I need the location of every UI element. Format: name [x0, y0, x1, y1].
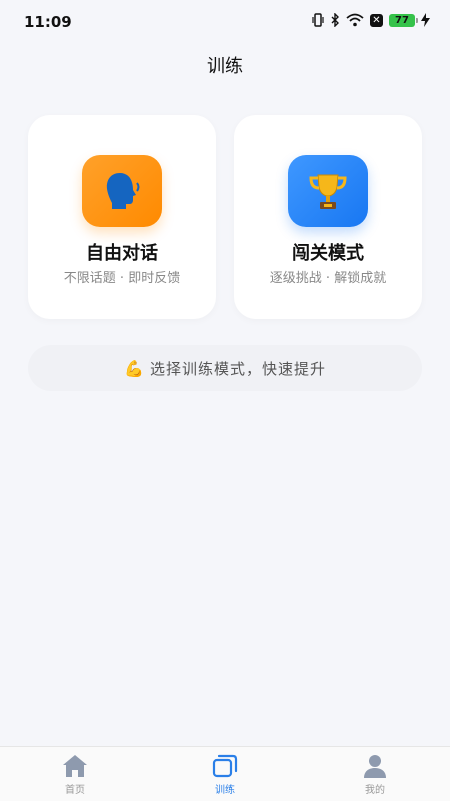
- flexed-biceps-icon: 💪: [124, 358, 144, 378]
- card-title: 自由对话: [86, 243, 158, 264]
- tab-label: 训练: [215, 785, 235, 796]
- bottom-tab-bar: 首页 训练 我的: [0, 746, 450, 801]
- tip-text: 选择训练模式，快速提升: [149, 359, 326, 378]
- vibrate-icon: [312, 13, 324, 27]
- profile-icon: [364, 755, 386, 778]
- card-subtitle: 逐级挑战 · 解锁成就: [269, 271, 387, 286]
- free-conversation-card[interactable]: 自由对话 不限话题 · 即时反馈: [28, 115, 216, 319]
- card-title: 闯关模式: [292, 243, 364, 264]
- speaking-head-icon: [82, 155, 162, 227]
- card-subtitle: 不限话题 · 即时反馈: [63, 271, 181, 286]
- status-icons: ✕ 77: [312, 13, 430, 27]
- status-bar: 11:09 ✕ 77: [0, 0, 450, 46]
- charging-icon: [421, 13, 430, 27]
- trophy-icon: [288, 155, 368, 227]
- battery-indicator: 77: [389, 13, 418, 27]
- wifi-icon: [346, 13, 364, 27]
- training-icon: [212, 754, 238, 778]
- tip-banner: 💪 选择训练模式，快速提升: [28, 345, 422, 391]
- page-header: 训练: [0, 46, 450, 88]
- page-title: 训练: [207, 56, 243, 77]
- home-icon: [63, 755, 87, 777]
- tab-home[interactable]: 首页: [35, 747, 115, 801]
- tab-training[interactable]: 训练: [185, 747, 265, 801]
- notification-x-icon: ✕: [370, 13, 383, 27]
- bluetooth-icon: [331, 13, 339, 27]
- tab-label: 首页: [65, 785, 85, 796]
- tab-label: 我的: [365, 785, 385, 796]
- challenge-mode-card[interactable]: 闯关模式 逐级挑战 · 解锁成就: [234, 115, 422, 319]
- tab-mine[interactable]: 我的: [335, 747, 415, 801]
- status-time: 11:09: [24, 13, 72, 31]
